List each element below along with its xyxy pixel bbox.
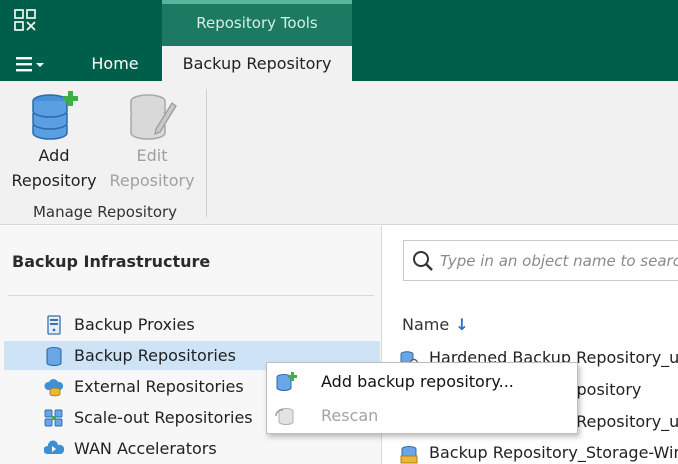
- nav-item-label: Backup Repositories: [74, 346, 236, 365]
- rescan-icon: [275, 408, 294, 425]
- add-repository-button[interactable]: Add Repository: [8, 89, 100, 199]
- cloud-database-icon: [44, 379, 64, 397]
- windows-repository-icon: [400, 446, 418, 464]
- server-icon: [47, 315, 61, 335]
- nav-item-backup-proxies[interactable]: Backup Proxies: [4, 310, 380, 339]
- edit-database-icon: [130, 94, 177, 140]
- context-menu-label: Add backup repository...: [321, 372, 514, 391]
- add-backup-repository-menu-item[interactable]: Add backup repository...: [267, 365, 577, 399]
- nav-item-label: Scale-out Repositories: [74, 408, 253, 427]
- context-menu-label: Rescan: [321, 406, 379, 425]
- nav-item-wan-accelerators[interactable]: WAN Accelerators: [4, 434, 380, 463]
- nav-divider: [8, 295, 374, 296]
- main-menu-button[interactable]: [14, 53, 48, 75]
- nav-item-label: Backup Proxies: [74, 315, 195, 334]
- edit-repository-label-1: Edit: [136, 146, 168, 165]
- repository-name: Backup Repository_Storage-Win: [429, 443, 678, 462]
- table-row[interactable]: Backup Repository_Storage-Win: [399, 438, 678, 464]
- add-repository-label-2: Repository: [11, 171, 97, 190]
- edit-repository-label-2: Repository: [109, 171, 195, 190]
- context-menu: Add backup repository... Rescan: [266, 362, 578, 434]
- search-input[interactable]: [440, 247, 678, 275]
- column-header-name[interactable]: Name ↓: [402, 315, 469, 334]
- add-database-icon: [32, 91, 78, 140]
- nav-item-label: External Repositories: [74, 377, 244, 396]
- column-header-label: Name: [402, 315, 450, 334]
- search-box[interactable]: [403, 240, 678, 281]
- ribbon-group-separator: [206, 89, 207, 217]
- nav-item-label: WAN Accelerators: [74, 439, 217, 458]
- sort-descending-icon: ↓: [455, 315, 469, 334]
- manage-repository-group-label: Manage Repository: [32, 203, 178, 221]
- veeam-logo-icon: [14, 9, 36, 31]
- tab-home[interactable]: Home: [78, 46, 152, 81]
- hamburger-menu-icon: [16, 57, 44, 72]
- edit-repository-button[interactable]: Edit Repository: [106, 89, 198, 199]
- tab-backup-repository[interactable]: Backup Repository: [162, 46, 352, 81]
- scaleout-icon: [44, 409, 63, 427]
- nav-title: Backup Infrastructure: [12, 252, 211, 271]
- add-database-icon: [276, 372, 297, 391]
- rescan-menu-item[interactable]: Rescan: [267, 399, 577, 433]
- title-bar: Repository Tools Home Backup Repository: [0, 0, 678, 81]
- context-group-label: Repository Tools: [196, 14, 318, 32]
- database-icon: [46, 346, 62, 366]
- repository-tools-group: Repository Tools: [162, 0, 352, 46]
- search-icon: [413, 251, 433, 271]
- wan-accelerator-icon: [44, 440, 64, 454]
- ribbon: Add Repository Edit Repository Manage Re…: [0, 81, 678, 225]
- add-repository-label-1: Add: [38, 146, 70, 165]
